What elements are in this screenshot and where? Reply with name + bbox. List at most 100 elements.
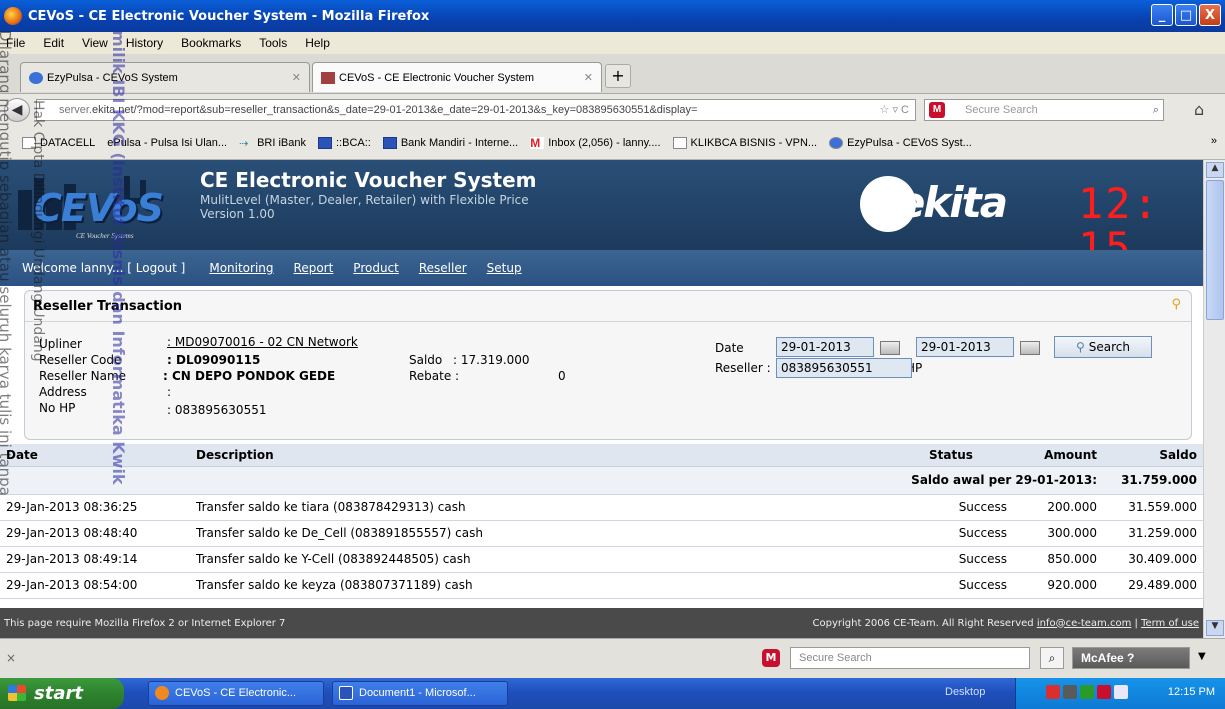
row-saldo: 31.559.000 (1103, 494, 1203, 521)
desktop-toolbar[interactable]: Desktop (945, 686, 985, 698)
row-date: 29-Jan-2013 08:54:00 (0, 572, 190, 599)
menu-view[interactable]: View (82, 36, 108, 50)
bookmark-label: Inbox (2,056) - lanny.... (548, 136, 661, 149)
close-tab-icon[interactable]: ✕ (584, 71, 593, 84)
terms-link[interactable]: Term of use (1141, 618, 1199, 629)
search-icon[interactable]: ⌕ (1040, 647, 1064, 669)
search-icon[interactable]: ⌕ (1153, 100, 1159, 120)
menu-file[interactable]: File (6, 36, 25, 50)
close-tab-icon[interactable]: ✕ (292, 71, 301, 84)
tray-app-icon[interactable] (1046, 685, 1060, 699)
row-saldo: 29.489.000 (1103, 572, 1203, 599)
row-date: 29-Jan-2013 08:36:25 (0, 494, 190, 521)
taskbar-clock: 12:15 PM (1167, 686, 1215, 698)
bookmark-item[interactable]: ePulsa - Pulsa Isi Ulan... (107, 137, 227, 149)
upliner-label: Upliner (39, 337, 82, 351)
secure-search-placeholder: Secure Search (965, 104, 1038, 116)
bookmark-item[interactable]: DATACELL (22, 136, 95, 149)
menu-history[interactable]: History (126, 36, 163, 50)
folder-icon (22, 136, 36, 149)
bookmark-item[interactable]: M Inbox (2,056) - lanny.... (530, 136, 661, 149)
mcafee-shield-icon[interactable]: M (762, 649, 780, 667)
start-button[interactable]: start (0, 678, 124, 709)
menu-help[interactable]: Help (305, 36, 330, 50)
copyright-text: Copyright 2006 CE-Team. All Right Reserv… (813, 618, 1199, 629)
bookmark-item[interactable]: ⇢ BRI iBank (239, 137, 306, 150)
address-bar[interactable]: server.ekita.net/?mod=report&sub=reselle… (36, 99, 916, 121)
minimize-button[interactable]: _ (1151, 4, 1173, 26)
window-title: CEVoS - CE Electronic Voucher System - M… (28, 8, 430, 24)
nav-reseller[interactable]: Reseller (419, 261, 467, 275)
vertical-scrollbar[interactable]: ▲ ▼ (1203, 160, 1225, 638)
upliner-link[interactable]: : MD09070016 - 02 CN Network (167, 335, 358, 349)
panel-title: Reseller Transaction (33, 299, 182, 314)
bookmark-item[interactable]: Bank Mandiri - Interne... (382, 136, 519, 149)
navigation-bar: ◀ server.ekita.net/?mod=report&sub=resel… (0, 94, 1225, 126)
bookmark-star-icon[interactable]: ☆ ▿ C (880, 100, 909, 120)
bookmark-label: Bank Mandiri - Interne... (400, 136, 519, 149)
menu-tools[interactable]: Tools (259, 36, 287, 50)
back-button[interactable]: ◀ (4, 98, 30, 122)
search-icon: ⚲ (1075, 340, 1085, 354)
mcafee-shield-icon[interactable] (1097, 685, 1111, 699)
mcafee-button[interactable]: McAfee ? (1072, 647, 1190, 669)
secure-search-field[interactable]: Secure Search (790, 647, 1030, 669)
menu-bookmarks[interactable]: Bookmarks (181, 36, 241, 50)
secure-search-input[interactable]: M Secure Search ⌕ (924, 99, 1164, 121)
calendar-icon[interactable] (1020, 341, 1040, 355)
bookmark-item[interactable]: ::BCA:: (318, 136, 371, 149)
tray-network-icon[interactable] (1063, 685, 1077, 699)
help-icon[interactable]: ? (1127, 651, 1134, 665)
saldo-label: Saldo (409, 353, 443, 367)
system-tray: 12:15 PM (1015, 678, 1225, 709)
site-title: CE Electronic Voucher System (200, 168, 537, 192)
tray-app-icon[interactable] (1080, 685, 1094, 699)
new-tab-button[interactable]: + (605, 64, 631, 88)
scroll-up-icon[interactable]: ▲ (1206, 162, 1224, 178)
close-window-button[interactable]: X (1199, 4, 1221, 26)
opening-balance-row: Saldo awal per 29-01-2013: 31.759.000 (0, 466, 1203, 495)
bookmark-item[interactable]: KLIKBCA BISNIS - VPN... (672, 136, 817, 149)
welcome-logout-link[interactable]: Welcome lanny... [ Logout ] (22, 261, 185, 275)
taskbar-item-word[interactable]: Document1 - Microsof... (332, 681, 508, 706)
taskbar-item-firefox[interactable]: CEVoS - CE Electronic... (148, 681, 324, 706)
nav-setup[interactable]: Setup (487, 261, 522, 275)
search-button[interactable]: ⚲ Search (1054, 336, 1152, 358)
row-amount: 200.000 (1013, 494, 1103, 521)
header-status: Status (923, 444, 1013, 467)
globe-icon (29, 71, 43, 84)
calendar-icon[interactable] (880, 341, 900, 355)
end-date-input[interactable]: 29-01-2013 (916, 337, 1014, 357)
firefox-icon (155, 686, 169, 700)
address-value: : (167, 385, 172, 399)
tab-ezypulsa[interactable]: EzyPulsa - CEVoS System ✕ (20, 62, 310, 92)
tray-app-icon[interactable] (1114, 685, 1128, 699)
window-title-bar: CEVoS - CE Electronic Voucher System - M… (0, 0, 1225, 32)
nav-product[interactable]: Product (353, 261, 399, 275)
panel-divider (25, 321, 1191, 322)
start-date-input[interactable]: 29-01-2013 (776, 337, 874, 357)
scroll-thumb[interactable] (1206, 180, 1224, 320)
row-description: Transfer saldo ke tiara (083878429313) c… (190, 494, 923, 521)
home-icon[interactable]: ⌂ (1194, 100, 1204, 119)
reseller-transaction-panel: Reseller Transaction ⚲ Upliner : MD09070… (24, 290, 1192, 440)
close-addon-bar-icon[interactable]: × (6, 651, 16, 665)
footer-separator: | (1134, 617, 1138, 629)
bookmark-label: ::BCA:: (336, 136, 371, 149)
bookmark-label: EzyPulsa - CEVoS Syst... (847, 136, 972, 149)
reseller-input[interactable]: 083895630551 (776, 358, 912, 378)
table-header-row: Date Description Status Amount Saldo (0, 444, 1203, 467)
bookmarks-overflow-button[interactable]: » (1211, 135, 1217, 147)
email-link[interactable]: info@ce-team.com (1037, 618, 1132, 629)
nav-monitoring[interactable]: Monitoring (209, 261, 273, 275)
menu-edit[interactable]: Edit (43, 36, 64, 50)
maximize-button[interactable]: □ (1175, 4, 1197, 26)
bca-icon (318, 136, 332, 149)
zoom-icon[interactable]: ⚲ (1171, 297, 1181, 312)
nav-report[interactable]: Report (294, 261, 334, 275)
firefox-icon (4, 7, 22, 25)
bookmark-item[interactable]: EzyPulsa - CEVoS Syst... (829, 136, 972, 149)
scroll-down-icon[interactable]: ▼ (1206, 620, 1224, 636)
chevron-down-icon[interactable]: ▼ (1198, 651, 1206, 662)
tab-cevos[interactable]: CEVoS - CE Electronic Voucher System ✕ (312, 62, 602, 92)
